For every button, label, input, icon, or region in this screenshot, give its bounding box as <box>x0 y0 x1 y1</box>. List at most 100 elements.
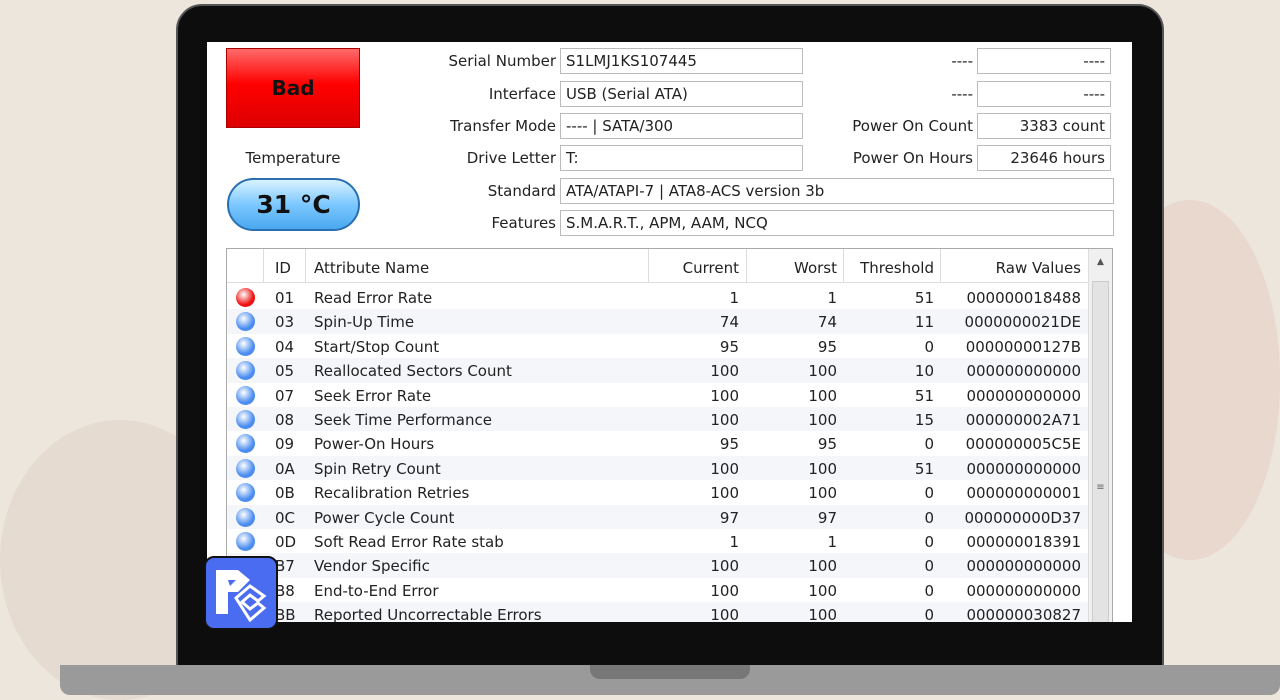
vertical-scrollbar[interactable]: ▲ ≡ <box>1088 249 1112 622</box>
attr-worst: 100 <box>808 362 837 381</box>
table-row[interactable]: BB Reported Uncorrectable Errors 100 100… <box>227 602 1089 622</box>
table-row[interactable]: 05 Reallocated Sectors Count 100 100 10 … <box>227 358 1089 383</box>
info-field[interactable]: S.M.A.R.T., APM, AAM, NCQ <box>560 210 1114 236</box>
attr-raw: 000000005C5E <box>965 435 1081 454</box>
attr-threshold: 0 <box>924 484 934 503</box>
attr-name: Soft Read Error Rate stab <box>314 533 504 551</box>
attr-name: Vendor Specific <box>314 557 430 576</box>
attr-threshold: 11 <box>914 313 934 332</box>
attr-name: Spin-Up Time <box>314 313 415 332</box>
attr-id: 07 <box>275 386 295 405</box>
info-label: Features <box>491 214 557 232</box>
right-info-field[interactable]: 3383 count <box>977 113 1111 139</box>
table-row[interactable]: 0A Spin Retry Count 100 100 51 000000000… <box>227 455 1089 481</box>
header-current[interactable]: Current <box>683 259 739 277</box>
attr-threshold: 0 <box>924 508 934 527</box>
attr-current: 97 <box>719 508 739 527</box>
attr-current: 74 <box>719 313 739 332</box>
info-field[interactable]: T: <box>560 145 803 171</box>
header-id[interactable]: ID <box>275 259 291 277</box>
attr-threshold: 15 <box>914 411 934 429</box>
attr-id: 0D <box>275 533 297 551</box>
attr-raw: 0000000021DE <box>964 313 1081 332</box>
attr-current: 100 <box>710 459 739 478</box>
attr-threshold: 51 <box>914 459 934 478</box>
attr-current: 100 <box>710 606 739 622</box>
status-dot-icon <box>236 532 255 551</box>
table-row[interactable]: 04 Start/Stop Count 95 95 0 00000000127B <box>227 334 1089 358</box>
attr-name: Reallocated Sectors Count <box>314 362 512 381</box>
attr-current: 1 <box>729 533 739 551</box>
info-field[interactable]: ---- | SATA/300 <box>560 113 803 139</box>
table-row[interactable]: 03 Spin-Up Time 74 74 11 0000000021DE <box>227 309 1089 334</box>
attr-worst: 74 <box>817 313 837 332</box>
status-dot-icon <box>236 507 255 527</box>
attr-raw: 000000000000 <box>966 557 1081 576</box>
health-status-button[interactable]: Bad <box>226 48 360 128</box>
header-attribute-name[interactable]: Attribute Name <box>314 259 429 277</box>
info-label: Transfer Mode <box>450 117 556 135</box>
attr-name: Read Error Rate <box>314 289 433 307</box>
info-field[interactable]: S1LMJ1KS107445 <box>560 48 803 74</box>
header-raw-values[interactable]: Raw Values <box>996 259 1081 277</box>
attr-worst: 100 <box>808 581 837 600</box>
status-dot-icon <box>236 361 255 381</box>
attr-current: 100 <box>710 411 739 429</box>
attr-id: 01 <box>275 289 295 307</box>
right-info-field[interactable]: 23646 hours <box>977 145 1111 171</box>
status-dot-icon <box>236 434 255 454</box>
pc-logo-icon <box>204 556 278 630</box>
attr-worst: 100 <box>808 606 837 622</box>
status-dot-icon <box>236 483 255 503</box>
info-field[interactable]: USB (Serial ATA) <box>560 81 803 107</box>
scrollbar-thumb[interactable]: ≡ <box>1092 281 1109 622</box>
table-row[interactable]: 08 Seek Time Performance 100 100 15 0000… <box>227 407 1089 432</box>
attr-current: 95 <box>719 337 739 356</box>
attr-name: Seek Error Rate <box>314 386 432 405</box>
table-row[interactable]: 01 Read Error Rate 1 1 51 000000018488 <box>227 285 1089 309</box>
attr-name: End-to-End Error <box>314 581 439 600</box>
attr-threshold: 0 <box>924 337 934 356</box>
laptop-notch <box>590 665 750 679</box>
table-row[interactable]: 0D Soft Read Error Rate stab 1 1 0 00000… <box>227 529 1089 553</box>
attr-threshold: 0 <box>924 606 934 622</box>
attr-id: 0C <box>275 508 296 527</box>
header-worst[interactable]: Worst <box>794 259 837 277</box>
right-info-label: ---- <box>951 52 973 70</box>
attr-raw: 000000000001 <box>966 484 1081 503</box>
info-label: Drive Letter <box>466 149 556 167</box>
info-label: Serial Number <box>448 52 556 70</box>
info-field[interactable]: ATA/ATAPI-7 | ATA8-ACS version 3b <box>560 178 1114 204</box>
attr-name: Recalibration Retries <box>314 484 470 503</box>
table-row[interactable]: 09 Power-On Hours 95 95 0 000000005C5E <box>227 431 1089 455</box>
attr-threshold: 0 <box>924 435 934 454</box>
attr-raw: 000000002A71 <box>965 411 1081 429</box>
attr-id: 08 <box>275 411 295 429</box>
attr-worst: 100 <box>808 557 837 576</box>
attr-threshold: 51 <box>914 386 934 405</box>
info-label: Standard <box>487 182 556 200</box>
status-dot-icon <box>236 288 255 307</box>
table-row[interactable]: 0B Recalibration Retries 100 100 0 00000… <box>227 480 1089 504</box>
header-threshold[interactable]: Threshold <box>860 259 934 277</box>
table-row[interactable]: 0C Power Cycle Count 97 97 0 000000000D3… <box>227 504 1089 529</box>
attr-worst: 100 <box>808 411 837 429</box>
table-row[interactable]: B8 End-to-End Error 100 100 0 0000000000… <box>227 578 1089 602</box>
table-row[interactable]: B7 Vendor Specific 100 100 0 00000000000… <box>227 553 1089 578</box>
attr-worst: 100 <box>808 459 837 478</box>
right-info-field[interactable]: ---- <box>977 48 1111 74</box>
attr-current: 100 <box>710 557 739 576</box>
right-info-field[interactable]: ---- <box>977 81 1111 107</box>
attr-current: 95 <box>719 435 739 454</box>
attr-name: Seek Time Performance <box>314 411 492 429</box>
attr-raw: 000000000000 <box>966 362 1081 381</box>
table-row[interactable]: 07 Seek Error Rate 100 100 51 0000000000… <box>227 383 1089 407</box>
attr-raw: 000000030827 <box>966 606 1081 622</box>
attr-worst: 95 <box>817 435 837 454</box>
attr-current: 100 <box>710 386 739 405</box>
attr-id: 0A <box>275 459 295 478</box>
scroll-up-arrow-icon[interactable]: ▲ <box>1089 257 1112 267</box>
attr-raw: 00000000127B <box>965 337 1081 356</box>
attr-threshold: 10 <box>914 362 934 381</box>
temperature-label: Temperature <box>245 149 341 167</box>
